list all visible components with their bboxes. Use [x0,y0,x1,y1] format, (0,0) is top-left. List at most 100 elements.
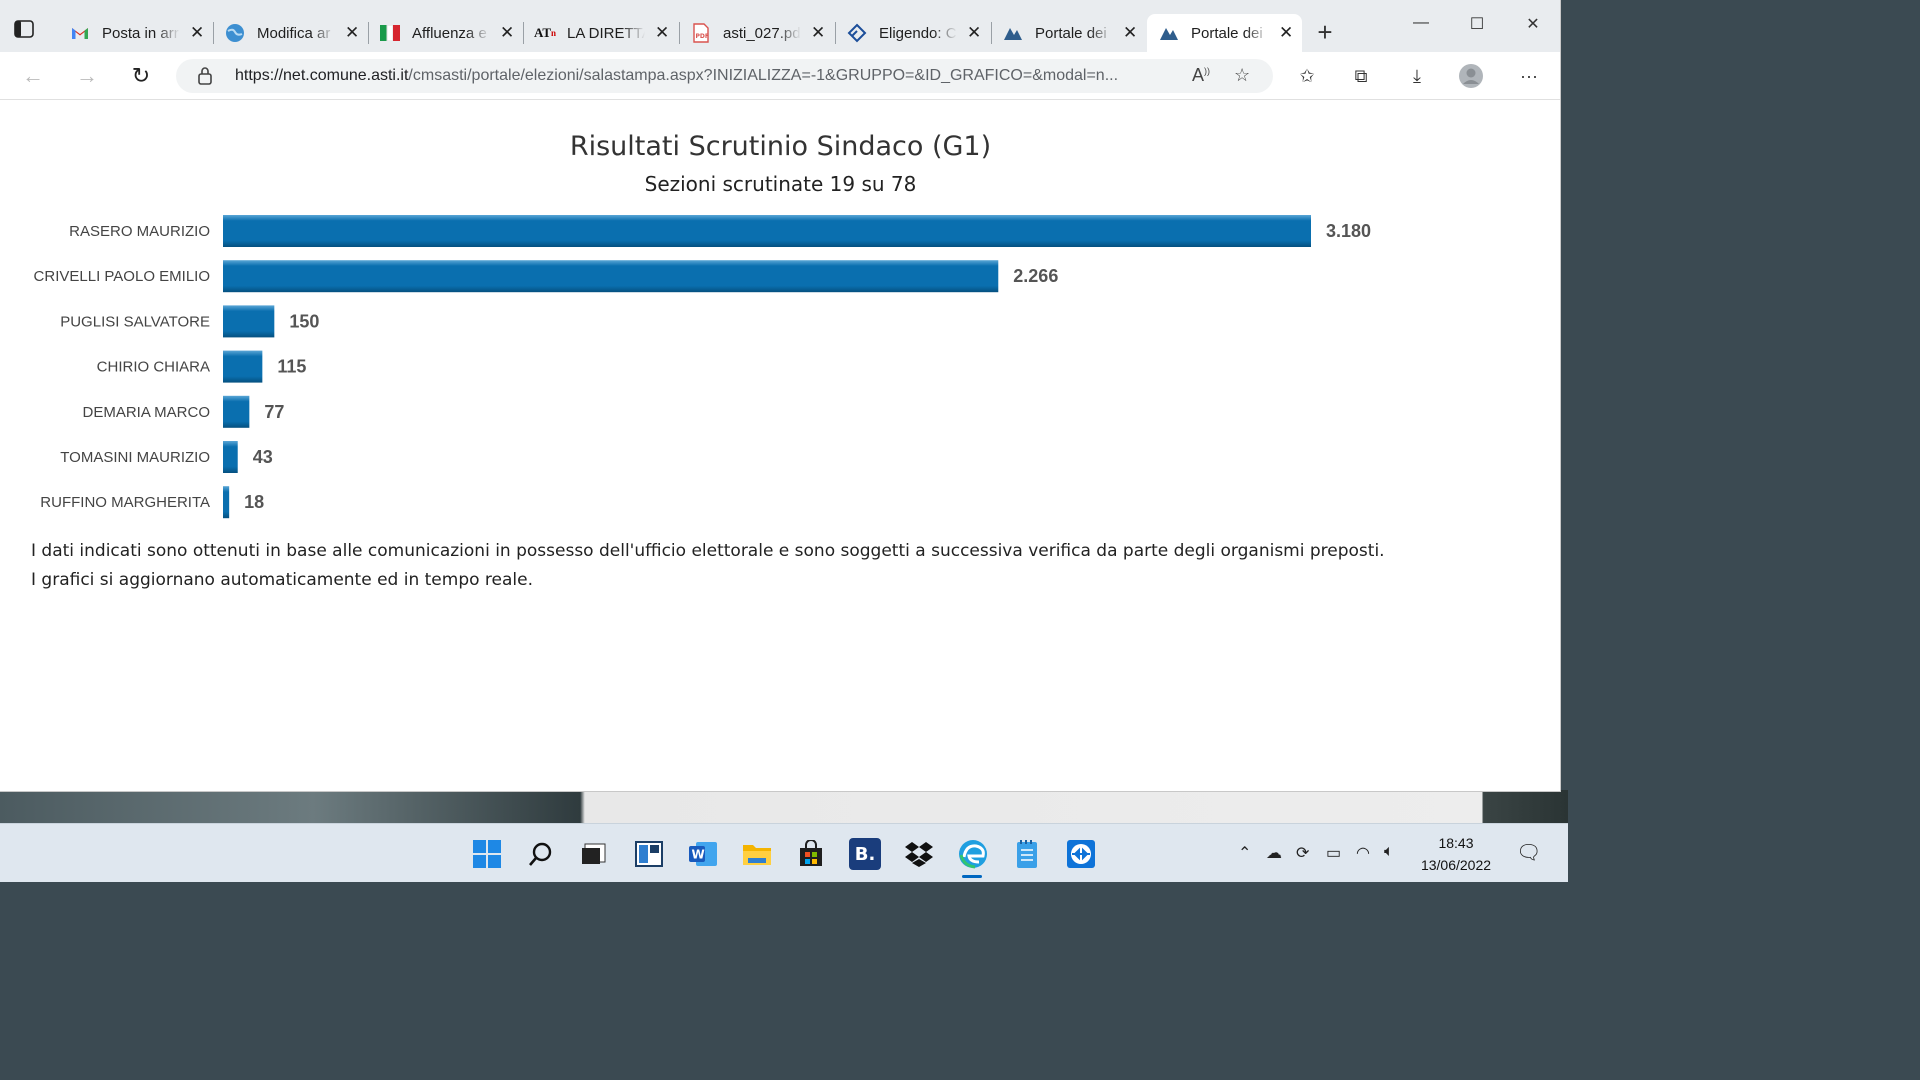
close-tab-icon[interactable]: ✕ [345,23,359,43]
tab-title: Eligendo: C [879,24,957,42]
settings-more-icon[interactable]: ··· [1516,63,1542,89]
clock[interactable]: 18:43 13/06/2022 [1410,832,1502,876]
category-label: DEMARIA MARCO [82,404,210,421]
category-label: RUFFINO MARGHERITA [40,494,210,511]
value-label: 77 [264,402,284,422]
tab-actions-icon[interactable] [14,20,42,44]
profile-icon[interactable] [1458,63,1484,89]
battery-icon[interactable]: ▭ [1326,843,1341,863]
italy-flag-icon [380,23,400,43]
edge-icon[interactable] [957,838,989,870]
desktop-background [0,790,1568,824]
tab-la-diretta[interactable]: AT n LA DIRETTA ✕ [523,14,680,52]
value-label: 150 [289,311,319,331]
clock-time: 18:43 [1438,835,1474,851]
dropbox-icon[interactable] [903,838,935,870]
chart-title: Risultati Scrutinio Sindaco (G1) [569,131,992,162]
tab-portale-active[interactable]: Portale dei ✕ [1147,14,1302,52]
address-bar[interactable]: https://net.comune.asti.it/cmsasti/porta… [176,59,1273,93]
auto-update-text: I grafici si aggiornano automaticamente … [31,570,533,590]
tab-modifica[interactable]: Modifica ar ✕ [213,14,369,52]
add-favorite-icon[interactable]: ☆ [1234,65,1250,86]
tab-title: Portale dei [1035,24,1107,42]
browser-window: Posta in arr ✕ Modifica ar ✕ Affluenza e… [0,0,1561,792]
close-tab-icon[interactable]: ✕ [500,23,514,43]
collections-icon[interactable]: ⧉ [1348,63,1374,89]
pdf-icon: PDF [691,23,711,43]
refresh-icon[interactable]: ↻ [126,62,156,90]
word-icon[interactable]: W [687,838,719,870]
booking-icon[interactable]: B. [849,838,881,870]
portal-icon [1003,23,1023,43]
windows-start-icon[interactable] [471,838,503,870]
taskbar: W B. ⌃ ☁ ⟳ ▭ ◠ 🔈︎ 18:43 13/06/2022 🗨︎ [0,823,1568,882]
teamviewer-icon[interactable] [1065,838,1097,870]
volume-icon[interactable]: 🔈︎ [1384,843,1394,861]
bar-chart: RASERO MAURIZIO 3.180 CRIVELLI PAOLO EMILI… [34,215,1371,519]
chart-subtitle: Sezioni scrutinate 19 su 78 [644,172,917,196]
downloads-icon[interactable]: ⤓ [1404,63,1430,89]
url-domain: https://net.comune.asti.it [235,67,409,84]
read-aloud-icon[interactable]: A)) [1192,65,1210,86]
category-label: PUGLISI SALVATORE [60,313,210,330]
tab-title: LA DIRETTA [567,24,645,42]
value-label: 43 [253,447,273,467]
close-tab-icon[interactable]: ✕ [1279,23,1293,43]
eligendo-icon [847,23,867,43]
close-tab-icon[interactable]: ✕ [1123,23,1137,43]
bar [223,260,999,293]
tab-affluenza[interactable]: Affluenza e ✕ [368,14,524,52]
disclaimer-text: I dati indicati sono ottenuti in base al… [31,541,1385,561]
search-icon[interactable] [525,838,557,870]
onedrive-icon[interactable]: ☁ [1266,843,1282,863]
bar [223,395,250,428]
notepad-icon[interactable] [1011,838,1043,870]
file-explorer-icon[interactable] [741,838,773,870]
browser-toolbar: ← → ↻ https://net.comune.asti.it/cmsasti… [0,52,1560,100]
back-icon[interactable]: ← [18,62,48,90]
notifications-icon[interactable]: 🗨︎ [1516,840,1541,865]
globe-icon [225,23,245,43]
minimize-icon[interactable]: — [1398,14,1444,32]
url-text[interactable]: https://net.comune.asti.it/cmsasti/porta… [235,67,1185,85]
close-tab-icon[interactable]: ✕ [811,23,825,43]
category-label: CRIVELLI PAOLO EMILIO [34,268,210,285]
task-view-icon[interactable] [578,838,610,870]
tab-bar: Posta in arr ✕ Modifica ar ✕ Affluenza e… [0,0,1560,52]
close-window-icon[interactable]: ✕ [1510,14,1556,34]
maximize-icon[interactable]: ☐ [1454,14,1500,34]
tab-pdf[interactable]: PDF asti_027.pd ✕ [679,14,836,52]
portal-icon [1159,23,1179,43]
bar [223,486,230,519]
svg-text:W: W [692,848,705,862]
close-tab-icon[interactable]: ✕ [967,23,981,43]
tab-title: Portale dei [1191,24,1263,42]
store-icon[interactable] [795,838,827,870]
tab-portale-1[interactable]: Portale dei ✕ [991,14,1146,52]
value-label: 18 [244,492,264,512]
lock-icon [198,67,212,85]
show-hidden-icons-icon[interactable]: ⌃ [1238,843,1251,863]
sync-alert-icon[interactable]: ⟳ [1296,843,1309,863]
tab-title: asti_027.pd [723,24,801,42]
tab-title: Modifica ar [257,24,331,42]
forward-icon[interactable]: → [72,62,102,90]
widgets-icon[interactable] [633,838,665,870]
value-label: 2.266 [1013,266,1058,286]
wifi-icon[interactable]: ◠ [1356,843,1370,863]
category-label: RASERO MAURIZIO [69,223,210,240]
value-label: 115 [277,357,306,377]
bar [223,215,1311,247]
close-tab-icon[interactable]: ✕ [655,23,669,43]
url-path: /cmsasti/portale/elezioni/salastampa.asp… [408,67,1119,84]
new-tab-icon[interactable]: + [1311,18,1339,46]
active-app-indicator [962,875,982,878]
tab-title: Posta in arr [102,24,179,42]
close-tab-icon[interactable]: ✕ [190,23,204,43]
tab-title: Affluenza e [412,24,487,42]
tab-gmail[interactable]: Posta in arr ✕ [58,14,214,52]
clock-date: 13/06/2022 [1420,857,1492,873]
favorites-icon[interactable]: ✩ [1294,63,1320,89]
tab-eligendo[interactable]: Eligendo: C ✕ [835,14,992,52]
bar [223,441,238,473]
